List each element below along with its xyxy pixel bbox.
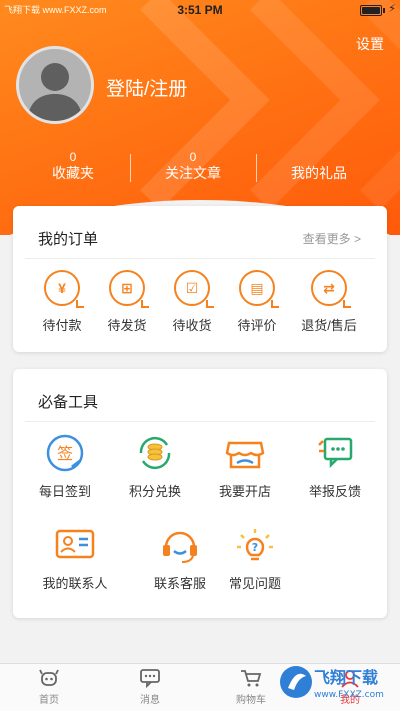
tab-home[interactable]: 首页	[14, 668, 84, 706]
svg-text:签: 签	[57, 444, 73, 463]
order-label: 待评价	[237, 318, 277, 333]
avatar[interactable]	[16, 46, 94, 124]
tab-label: 首页	[39, 695, 59, 706]
tab-messages[interactable]: 消息	[115, 668, 185, 706]
comment-icon: ▤	[239, 270, 279, 308]
tool-report-feedback[interactable]: 举报反馈	[290, 433, 380, 500]
stat-label: 关注文章	[165, 165, 221, 181]
order-label: 退货/售后	[301, 318, 357, 333]
contact-card-icon	[55, 529, 95, 559]
battery-cap	[383, 8, 385, 13]
status-bar: 飞翔下载 www.FXXZ.com 3:51 PM ⚡	[0, 0, 400, 20]
tool-label: 我要开店	[218, 484, 271, 499]
cart-icon	[241, 670, 262, 687]
tool-daily-checkin[interactable]: 签 每日签到	[20, 433, 110, 500]
tool-label: 举报反馈	[308, 484, 361, 499]
tool-points-exchange[interactable]: 积分兑换	[110, 433, 200, 500]
battery-icon	[360, 5, 382, 16]
svg-text:飞翔下载: 飞翔下载	[314, 668, 378, 687]
tab-cart[interactable]: 购物车	[216, 668, 286, 706]
home-icon	[39, 669, 59, 686]
svg-text:www.FXXZ.com: www.FXXZ.com	[314, 690, 384, 700]
message-icon	[140, 669, 160, 688]
stat-label: 我的礼品	[291, 165, 347, 181]
order-pending-receipt[interactable]: ☑ 待收货	[157, 270, 227, 334]
feedback-icon	[318, 437, 353, 469]
question-bulb-icon: ?	[237, 529, 273, 561]
login-register-link[interactable]: 登陆/注册	[106, 74, 187, 101]
tool-label: 积分兑换	[128, 484, 181, 499]
yen-icon: ¥	[44, 270, 84, 308]
charging-icon: ⚡	[388, 3, 396, 15]
headset-icon	[163, 531, 197, 563]
order-returns[interactable]: ⇄ 退货/售后	[287, 270, 371, 334]
exchange-icon: ⇄	[311, 270, 351, 308]
sign-in-icon: 签	[46, 434, 84, 472]
package-icon: ⊞	[109, 270, 149, 308]
watermark-logo: 飞翔下载 www.FXXZ.com	[280, 666, 384, 700]
checkbox-icon: ☑	[174, 270, 214, 308]
order-label: 待收货	[172, 318, 212, 333]
tool-label: 每日签到	[38, 484, 91, 499]
divider	[25, 421, 375, 422]
tool-faq[interactable]: ? 常见问题	[210, 525, 300, 592]
view-more-link[interactable]: 查看更多 >	[303, 230, 361, 247]
orders-title: 我的订单	[38, 231, 99, 248]
status-time: 3:51 PM	[177, 3, 223, 17]
stat-favorites[interactable]: 0 收藏夹	[8, 150, 138, 182]
order-pending-review[interactable]: ▤ 待评价	[222, 270, 292, 334]
tab-label: 购物车	[236, 695, 266, 706]
order-pending-shipment[interactable]: ⊞ 待发货	[92, 270, 162, 334]
order-label: 待付款	[42, 318, 82, 333]
orders-card: 我的订单 查看更多 > ¥ 待付款 ⊞ 待发货 ☑ 待收货 ▤ 待评价 ⇄ 退货…	[13, 206, 387, 352]
order-label: 待发货	[107, 318, 147, 333]
tool-my-contacts[interactable]: 我的联系人	[30, 525, 120, 592]
settings-button[interactable]: 设置	[356, 34, 384, 54]
stat-count: 0	[189, 150, 197, 164]
tools-card: 必备工具 签 每日签到 积分兑换 我要开店 举报反馈 我的联系人 联系客服 ? …	[13, 369, 387, 618]
tool-label: 我的联系人	[42, 576, 108, 591]
stat-my-gifts[interactable]: 我的礼品	[254, 164, 384, 182]
tab-label: 消息	[140, 695, 160, 706]
shop-icon	[225, 441, 265, 469]
divider	[25, 258, 375, 259]
order-pending-payment[interactable]: ¥ 待付款	[27, 270, 97, 334]
user-silhouette-icon	[27, 63, 83, 121]
stat-count: 0	[69, 150, 77, 164]
stat-label: 收藏夹	[52, 165, 94, 181]
tools-title: 必备工具	[38, 394, 99, 411]
svg-text:?: ?	[252, 541, 258, 554]
stats-row: 0 收藏夹 0 关注文章 我的礼品	[0, 150, 400, 190]
tool-open-shop[interactable]: 我要开店	[200, 433, 290, 500]
tool-label: 常见问题	[228, 576, 281, 591]
stat-followed-articles[interactable]: 0 关注文章	[128, 150, 258, 182]
coins-exchange-icon	[139, 436, 171, 470]
